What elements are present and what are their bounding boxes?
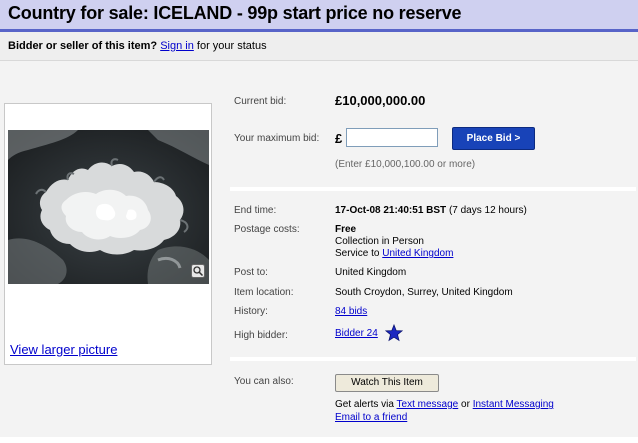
- listing-content: View larger picture Current bid: £10,000…: [0, 61, 638, 443]
- sign-in-link[interactable]: Sign in: [160, 40, 194, 52]
- bid-hint: (Enter £10,000,100.00 or more): [335, 159, 476, 170]
- bid-history-link[interactable]: 84 bids: [335, 306, 367, 317]
- high-bidder-label: High bidder:: [234, 330, 288, 341]
- alerts-or: or: [461, 399, 470, 410]
- end-time-value: 17-Oct-08 21:40:51 BST (7 days 12 hours): [335, 205, 527, 216]
- postage-label: Postage costs:: [234, 224, 300, 235]
- max-bid-label: Your maximum bid:: [234, 133, 320, 144]
- service-country-link[interactable]: United Kingdom: [382, 248, 453, 259]
- page-title: Country for sale: ICELAND - 99p start pr…: [8, 3, 462, 23]
- picture-box: View larger picture: [4, 103, 212, 365]
- end-time-label: End time:: [234, 205, 277, 216]
- end-time-date: 17-Oct-08 21:40:51 BST: [335, 205, 447, 216]
- title-bar: Country for sale: ICELAND - 99p start pr…: [0, 0, 638, 32]
- post-to-value: United Kingdom: [335, 267, 407, 278]
- end-time-remaining: (7 days 12 hours): [448, 205, 527, 216]
- magnify-icon[interactable]: [191, 264, 205, 278]
- postage-free: Free: [335, 224, 357, 235]
- max-bid-input[interactable]: [346, 128, 438, 147]
- status-suffix: for your status: [196, 40, 267, 52]
- bottom-divider: [0, 437, 638, 443]
- star-icon: [384, 323, 404, 342]
- service-to: Service to United Kingdom: [335, 248, 453, 259]
- status-bar: Bidder or seller of this item? Sign in f…: [0, 32, 638, 61]
- email-friend-link[interactable]: Email to a friend: [335, 412, 407, 423]
- place-bid-button[interactable]: Place Bid >: [452, 127, 535, 150]
- status-prefix: Bidder or seller of this item?: [8, 40, 158, 52]
- status-text: Bidder or seller of this item? Sign in f…: [8, 40, 267, 52]
- alerts-prefix: Get alerts via: [335, 399, 394, 410]
- current-bid-label: Current bid:: [234, 96, 287, 107]
- watch-item-button[interactable]: Watch This Item: [335, 374, 439, 392]
- you-can-also-label: You can also:: [234, 376, 294, 387]
- currency-symbol: £: [335, 131, 343, 146]
- item-picture[interactable]: [8, 130, 209, 284]
- item-location-label: Item location:: [234, 287, 294, 298]
- section-divider: [230, 187, 636, 191]
- section-divider: [230, 357, 636, 361]
- alerts-line: Get alerts via Text message or Instant M…: [335, 399, 554, 410]
- text-message-link[interactable]: Text message: [397, 399, 459, 410]
- history-label: History:: [234, 306, 268, 317]
- service-prefix: Service to: [335, 248, 380, 259]
- high-bidder-link[interactable]: Bidder 24: [335, 328, 378, 339]
- iceland-satellite-image: [8, 130, 209, 284]
- current-bid-value: £10,000,000.00: [335, 93, 426, 108]
- instant-messaging-link[interactable]: Instant Messaging: [473, 399, 554, 410]
- view-larger-picture-link[interactable]: View larger picture: [10, 342, 117, 357]
- post-to-label: Post to:: [234, 267, 268, 278]
- postage-method: Collection in Person: [335, 236, 424, 247]
- item-location-value: South Croydon, Surrey, United Kingdom: [335, 287, 513, 298]
